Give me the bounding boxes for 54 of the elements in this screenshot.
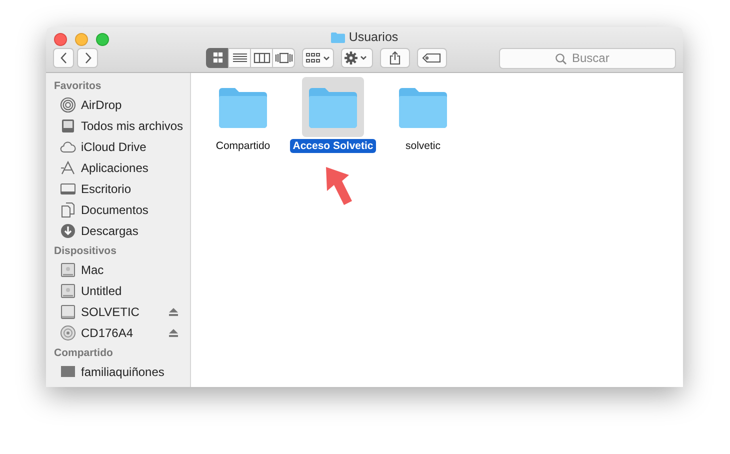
sidebar-item[interactable]: AirDrop <box>46 94 190 115</box>
disc-icon <box>60 324 76 340</box>
arrange-icon <box>305 52 331 64</box>
tag-icon <box>422 53 442 63</box>
search-field[interactable]: Buscar <box>499 48 676 68</box>
cloud-icon <box>60 138 76 154</box>
airdrop-icon <box>60 96 76 112</box>
sidebar-item[interactable]: Escritorio <box>46 178 190 199</box>
eject-icon[interactable] <box>169 308 178 316</box>
download-icon <box>60 222 76 238</box>
back-button[interactable] <box>53 48 74 68</box>
computer-icon <box>60 364 76 380</box>
icon-view-button[interactable] <box>206 48 229 68</box>
action-button[interactable] <box>341 48 373 68</box>
chevron-left-icon <box>60 52 68 64</box>
folder-name: Compartido <box>214 139 272 153</box>
sidebar-heading: Compartido <box>53 346 114 361</box>
window-title: Usuarios <box>348 30 398 44</box>
documents-icon <box>60 202 76 218</box>
cover-flow-icon <box>274 52 292 64</box>
sidebar-heading: Dispositivos <box>53 244 118 259</box>
apps-icon <box>60 160 76 176</box>
sidebar-item[interactable]: Todos mis archivos <box>46 115 190 136</box>
list-view-button[interactable] <box>228 48 251 68</box>
sidebar-item[interactable]: iCloud Drive <box>46 136 190 157</box>
arrange-button[interactable] <box>302 48 334 68</box>
folder-name: solvetic <box>404 139 442 153</box>
desktop-icon <box>60 180 76 196</box>
folder-icon <box>330 32 345 42</box>
sidebar-item[interactable]: Untitled <box>46 280 190 301</box>
eject-icon[interactable] <box>169 328 178 336</box>
sidebar-item[interactable]: Mac <box>46 259 190 280</box>
column-view-button[interactable] <box>250 48 273 68</box>
close-button[interactable] <box>54 32 67 46</box>
sidebar-item[interactable]: familiaquiñones <box>46 361 190 382</box>
tag-button[interactable] <box>417 48 447 68</box>
sidebar-item[interactable]: CD176A4 <box>46 322 190 343</box>
folder-name: Acceso Solvetic <box>290 139 376 153</box>
forward-button[interactable] <box>77 48 98 68</box>
list-icon <box>230 52 248 64</box>
share-icon <box>389 51 401 65</box>
cover-flow-button[interactable] <box>272 48 295 68</box>
search-icon <box>555 52 567 64</box>
zoom-button[interactable] <box>96 32 109 46</box>
share-button[interactable] <box>380 48 410 68</box>
sidebar-item[interactable]: SOLVETIC <box>46 301 190 322</box>
columns-icon <box>252 52 270 64</box>
drawer-icon <box>60 118 76 134</box>
sidebar-item[interactable]: Descargas <box>46 220 190 241</box>
sidebar-item[interactable]: Aplicaciones <box>46 157 190 178</box>
sidebar-item[interactable]: Documentos <box>46 199 190 220</box>
chevron-right-icon <box>84 52 92 64</box>
drive-icon <box>60 304 76 320</box>
sidebar-heading: Favoritos <box>53 79 102 94</box>
